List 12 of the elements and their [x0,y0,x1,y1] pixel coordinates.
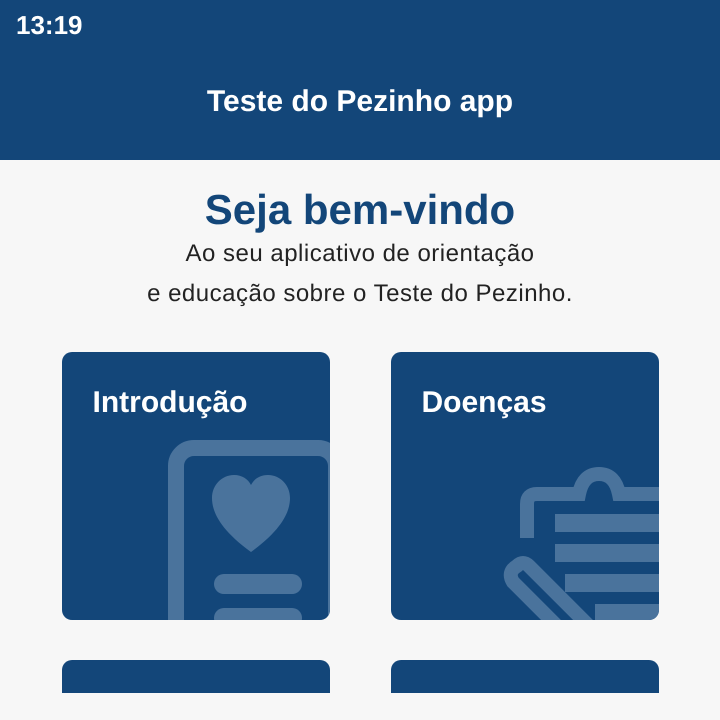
menu-card[interactable]: Introdução [62,352,330,620]
menu-card[interactable]: Doenças [390,352,658,620]
menu-card[interactable] [62,660,330,693]
app-title: Teste do Pezinho app [206,85,514,119]
status-time: 13:19 [16,10,82,40]
menu-card[interactable] [390,660,658,693]
document-heart-icon [168,440,330,620]
welcome-heading: Seja bem-vindo [204,186,516,234]
card-title: Introdução [92,386,248,420]
welcome-text: Ao seu aplicativo de orientação [185,239,535,269]
welcome-text: e educação sobre o Teste do Pezinho. [147,279,573,309]
card-title: Doenças [422,386,547,420]
